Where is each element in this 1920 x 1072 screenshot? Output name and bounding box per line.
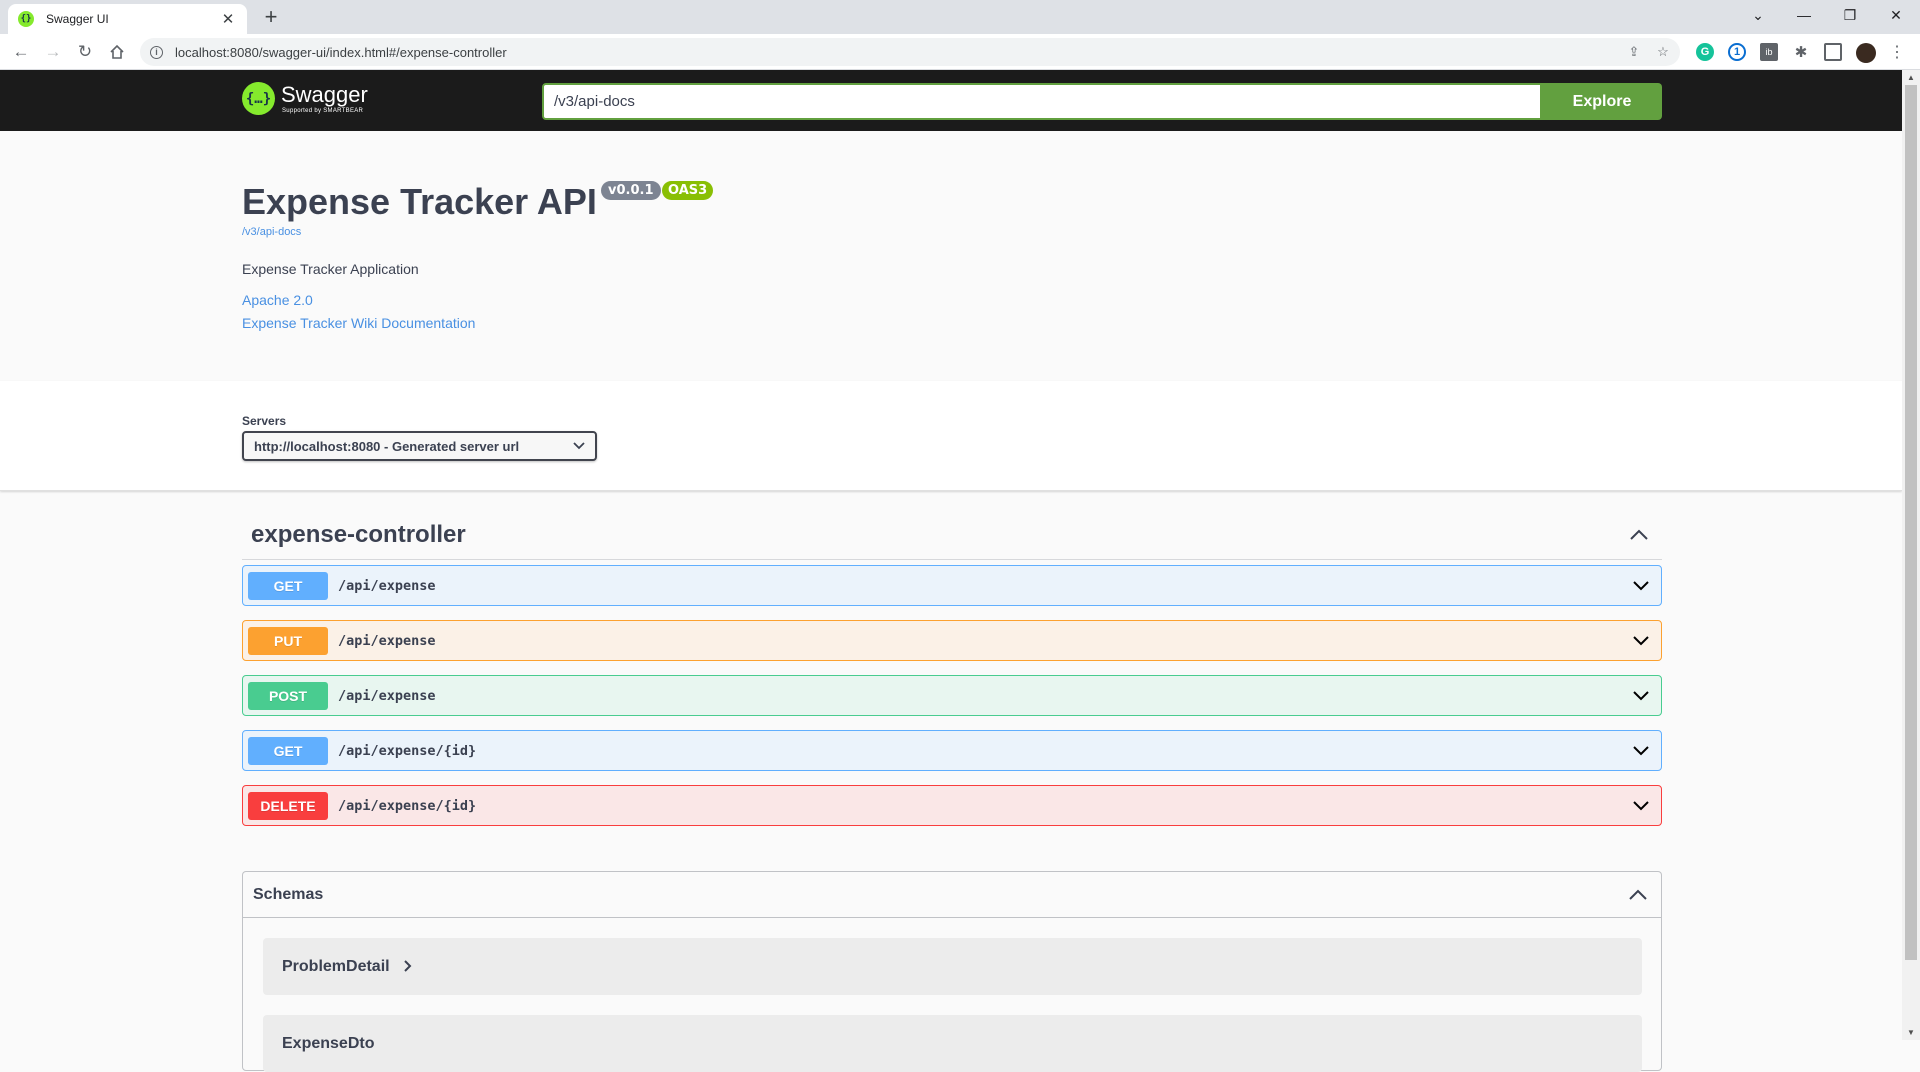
tag-expense-controller[interactable]: expense-controller <box>242 510 1662 560</box>
chevron-down-icon[interactable] <box>1630 630 1652 652</box>
site-info-icon[interactable]: i <box>150 45 163 59</box>
operation-delete-expense-by-id[interactable]: DELETE /api/expense/{id} <box>242 785 1662 826</box>
operation-get-expense-by-id[interactable]: GET /api/expense/{id} <box>242 730 1662 771</box>
chevron-down-icon[interactable] <box>1630 685 1652 707</box>
api-docs-link[interactable]: /v3/api-docs <box>242 226 301 238</box>
restore-button[interactable]: ❐ <box>1828 0 1872 30</box>
forward-arrow-icon[interactable]: → <box>40 39 66 65</box>
back-arrow-icon[interactable]: ← <box>8 39 34 65</box>
tab-close-icon[interactable]: ✕ <box>219 10 237 28</box>
api-description: Expense Tracker Application <box>242 261 419 277</box>
address-bar[interactable]: i localhost:8080/swagger-ui/index.html#/… <box>140 38 1680 66</box>
schema-item[interactable]: ProblemDetail <box>263 938 1642 995</box>
schema-name: ProblemDetail <box>282 957 390 975</box>
browser-toolbar: ← → ↻ i localhost:8080/swagger-ui/index.… <box>0 34 1920 70</box>
chevron-up-icon[interactable] <box>1623 880 1653 910</box>
operation-path: /api/expense <box>338 632 436 649</box>
minimize-button[interactable]: — <box>1782 0 1826 30</box>
operation-path: /api/expense <box>338 687 436 704</box>
schemas-section: Schemas ProblemDetail ExpenseDto <box>242 871 1662 1072</box>
logo-name: Swagger <box>281 81 368 107</box>
page-scrollbar[interactable]: ▲ ▼ <box>1902 70 1920 1040</box>
spec-url-input[interactable]: /v3/api-docs <box>542 83 1542 120</box>
schema-name: ExpenseDto <box>282 1034 375 1052</box>
operation-path: /api/expense <box>338 577 436 594</box>
password-extension-icon[interactable]: 1 <box>1728 43 1746 61</box>
chevron-down-icon[interactable] <box>1630 740 1652 762</box>
version-badge: v0.0.1 <box>601 181 661 200</box>
method-badge: GET <box>248 571 328 600</box>
chevron-right-icon <box>403 959 412 975</box>
api-info: Expense Tracker API v0.0.1 OAS3 /v3/api-… <box>0 131 1902 381</box>
servers-section: Servers http://localhost:8080 - Generate… <box>0 381 1902 491</box>
swagger-logo[interactable]: {…} Swagger Supported by SMARTBEAR <box>242 82 368 115</box>
home-icon[interactable] <box>104 39 130 65</box>
side-panel-icon[interactable] <box>1824 43 1842 61</box>
operation-get-expense[interactable]: GET /api/expense <box>242 565 1662 606</box>
scroll-up-arrow-icon[interactable]: ▲ <box>1902 70 1920 85</box>
license-link[interactable]: Apache 2.0 <box>242 292 313 308</box>
server-select-value: http://localhost:8080 - Generated server… <box>254 438 520 454</box>
operation-path: /api/expense/{id} <box>338 742 477 759</box>
method-badge: GET <box>248 736 328 765</box>
logo-subtitle: Supported by SMARTBEAR <box>282 107 364 114</box>
chevron-down-icon <box>573 439 585 453</box>
schemas-header[interactable]: Schemas <box>243 872 1661 918</box>
chevron-up-icon[interactable] <box>1624 520 1654 550</box>
tab-title: Swagger UI <box>46 12 109 26</box>
swagger-logo-icon: {…} <box>242 82 275 115</box>
reload-icon[interactable]: ↻ <box>72 39 98 65</box>
scrollbar-thumb[interactable] <box>1905 85 1917 960</box>
method-badge: POST <box>248 681 328 710</box>
swagger-topbar: {…} Swagger Supported by SMARTBEAR /v3/a… <box>0 70 1902 131</box>
servers-label: Servers <box>242 414 287 428</box>
chevron-down-icon[interactable] <box>1630 575 1652 597</box>
operation-put-expense[interactable]: PUT /api/expense <box>242 620 1662 661</box>
swagger-favicon-icon: {} <box>18 11 34 27</box>
tab-search-icon[interactable]: ⌄ <box>1736 0 1780 30</box>
share-icon[interactable]: ⇪ <box>1623 38 1645 66</box>
wiki-link[interactable]: Expense Tracker Wiki Documentation <box>242 315 475 331</box>
server-select[interactable]: http://localhost:8080 - Generated server… <box>242 431 597 461</box>
browser-tabbar: {} Swagger UI ✕ + ⌄ — ❐ ✕ <box>0 0 1920 34</box>
browser-tab[interactable]: {} Swagger UI ✕ <box>8 4 247 34</box>
new-tab-button[interactable]: + <box>258 3 284 31</box>
operation-path: /api/expense/{id} <box>338 797 477 814</box>
method-badge: DELETE <box>248 791 328 820</box>
oas-badge: OAS3 <box>662 181 714 200</box>
bookmark-star-icon[interactable]: ☆ <box>1652 38 1674 66</box>
scroll-down-arrow-icon[interactable]: ▼ <box>1902 1025 1920 1040</box>
grammarly-extension-icon[interactable]: G <box>1696 43 1714 61</box>
chevron-down-icon[interactable] <box>1630 795 1652 817</box>
operation-post-expense[interactable]: POST /api/expense <box>242 675 1662 716</box>
browser-menu-icon[interactable]: ⋮ <box>1888 43 1906 61</box>
extension-icon[interactable]: ib <box>1760 43 1778 61</box>
explore-button[interactable]: Explore <box>1542 83 1662 120</box>
tag-title: expense-controller <box>251 520 466 548</box>
puzzle-extensions-icon[interactable]: ✱ <box>1792 43 1810 61</box>
address-url: localhost:8080/swagger-ui/index.html#/ex… <box>175 44 507 60</box>
api-title: Expense Tracker API <box>242 181 597 222</box>
schemas-title: Schemas <box>253 885 324 903</box>
method-badge: PUT <box>248 626 328 655</box>
schema-item[interactable]: ExpenseDto <box>263 1015 1642 1072</box>
profile-avatar[interactable] <box>1856 43 1876 63</box>
close-window-button[interactable]: ✕ <box>1874 0 1918 30</box>
